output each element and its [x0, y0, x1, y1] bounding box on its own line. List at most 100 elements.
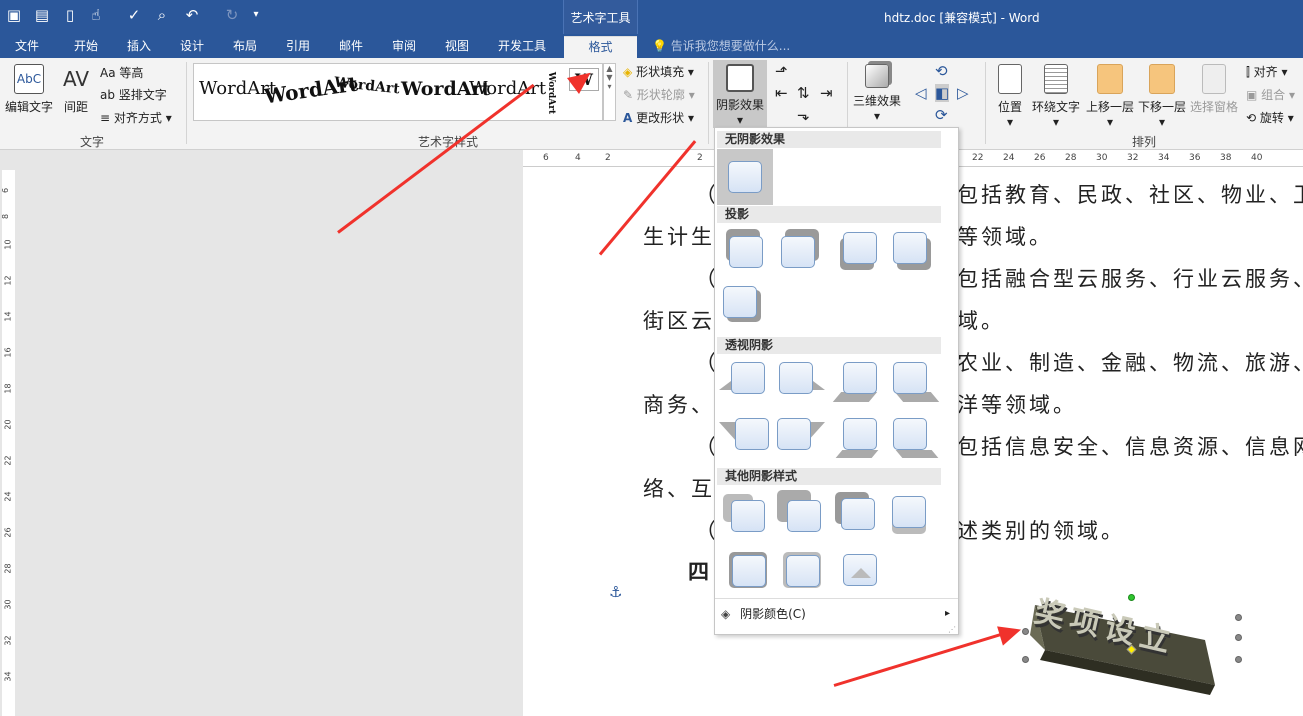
- tilt-up-icon[interactable]: ⟲: [935, 62, 948, 80]
- bring-forward-button[interactable]: 上移一层 ▾: [1084, 64, 1136, 129]
- position-button[interactable]: 位置 ▾: [990, 64, 1030, 129]
- ruler-number: 36: [1189, 153, 1201, 163]
- anchor-icon[interactable]: ⚓: [609, 583, 622, 601]
- resize-grip-icon[interactable]: ⋰: [948, 625, 956, 634]
- perspective-shadow-option[interactable]: [835, 416, 885, 462]
- resize-handle[interactable]: [1235, 634, 1242, 641]
- spacing-button[interactable]: AV 间距: [58, 64, 94, 115]
- group-button: ▣ 组合 ▾: [1246, 88, 1296, 102]
- perspective-shadow-option[interactable]: [773, 416, 827, 460]
- spell-check-icon[interactable]: ✓: [124, 5, 144, 25]
- shape-fill-button[interactable]: ◈ 形状填充 ▾: [623, 63, 694, 80]
- doc-text: 述类别的领域。: [957, 519, 1125, 543]
- nudge-shadow-left-icon[interactable]: ⇤: [775, 84, 788, 102]
- drop-shadow-option[interactable]: [723, 229, 767, 274]
- align-text-button[interactable]: ≡ 对齐方式 ▾: [100, 109, 172, 126]
- 3d-toggle-icon[interactable]: ◧: [935, 84, 950, 102]
- wordart-sample[interactable]: WordArt: [469, 78, 546, 99]
- perspective-shadow-option[interactable]: [832, 360, 885, 404]
- open-icon[interactable]: ▤: [32, 5, 52, 25]
- vertical-ruler[interactable]: 6 8 10 12 14 16 18 20 22 24 26 28 30 32 …: [1, 170, 15, 716]
- separator: [186, 62, 187, 144]
- rotation-handle[interactable]: [1128, 594, 1135, 601]
- no-shadow-option[interactable]: [717, 149, 773, 205]
- tilt-right-icon[interactable]: ▷: [957, 84, 969, 102]
- tab-layout[interactable]: 布局: [225, 36, 265, 58]
- tab-developer[interactable]: 开发工具: [490, 36, 554, 58]
- shadow-color-item[interactable]: ◈ 阴影颜色(C) ▸: [715, 602, 958, 626]
- shape-fill-label: 形状填充: [636, 65, 685, 79]
- wrap-text-button[interactable]: 环绕文字 ▾: [1030, 64, 1082, 129]
- wordart-sample[interactable]: WordArt: [546, 72, 556, 114]
- undo-icon[interactable]: ↶: [182, 5, 202, 25]
- ruler-number: 8: [1, 213, 11, 220]
- spacing-icon: AV: [62, 67, 90, 91]
- save-icon[interactable]: ▣: [4, 5, 24, 25]
- drop-shadow-option[interactable]: [837, 232, 881, 274]
- tab-references[interactable]: 引用: [278, 36, 318, 58]
- ruler-number: 34: [3, 671, 13, 682]
- ruler-number: 30: [3, 599, 13, 610]
- tab-file[interactable]: 文件: [8, 36, 46, 58]
- drop-shadow-option[interactable]: [779, 229, 823, 274]
- shadow-swatch: [728, 161, 762, 193]
- gallery-scroll[interactable]: ▲ ▼ ▾: [603, 63, 616, 121]
- shadow-color-label: 阴影颜色(C): [740, 607, 806, 621]
- rotate-icon: ⟲: [1246, 111, 1257, 125]
- tab-insert[interactable]: 插入: [119, 36, 159, 58]
- ruler-number: 38: [1220, 153, 1232, 163]
- tab-review[interactable]: 审阅: [384, 36, 424, 58]
- resize-handle[interactable]: [1235, 656, 1242, 663]
- resize-handle[interactable]: [1022, 628, 1029, 635]
- tab-format[interactable]: 格式: [564, 36, 637, 58]
- other-shadow-option[interactable]: [783, 552, 831, 596]
- tab-view[interactable]: 视图: [437, 36, 477, 58]
- equal-height-button[interactable]: Aa 等高: [100, 64, 143, 81]
- ruler-number: 18: [3, 383, 13, 394]
- other-shadow-option[interactable]: [723, 494, 771, 538]
- resize-handle[interactable]: [1022, 656, 1029, 663]
- position-label: 位置: [997, 100, 1022, 114]
- tilt-left-icon[interactable]: ◁: [915, 84, 927, 102]
- nudge-shadow-right-icon[interactable]: ⇥: [820, 84, 833, 102]
- other-shadow-option[interactable]: [729, 552, 777, 596]
- other-shadow-option[interactable]: [777, 490, 825, 536]
- other-shadow-option[interactable]: [843, 554, 883, 594]
- drop-shadow-option[interactable]: [723, 286, 767, 328]
- shadow-effect-button[interactable]: 阴影效果 ▾: [713, 60, 767, 128]
- new-doc-icon[interactable]: ▯: [60, 5, 80, 25]
- perspective-shadow-option[interactable]: [777, 360, 827, 404]
- ruler-number: 24: [1003, 153, 1015, 163]
- ruler-number: 28: [1065, 153, 1077, 163]
- edit-text-button[interactable]: AbC 编辑文字: [4, 64, 54, 115]
- change-shape-button[interactable]: A 更改形状 ▾: [623, 109, 694, 126]
- resize-handle[interactable]: [1235, 614, 1242, 621]
- perspective-shadow-option[interactable]: [891, 360, 941, 404]
- perspective-shadow-option[interactable]: [719, 416, 773, 460]
- tab-home[interactable]: 开始: [66, 36, 106, 58]
- print-preview-icon[interactable]: ⌕: [152, 5, 172, 25]
- send-backward-button[interactable]: 下移一层 ▾: [1136, 64, 1188, 129]
- tab-design[interactable]: 设计: [172, 36, 212, 58]
- perspective-shadow-option[interactable]: [719, 360, 769, 404]
- tell-me-search[interactable]: 💡 告诉我您想要做什么...: [652, 37, 790, 54]
- rotate-button[interactable]: ⟲ 旋转 ▾: [1246, 109, 1294, 126]
- other-shadow-option[interactable]: [891, 496, 935, 540]
- tilt-down-icon[interactable]: ⟳: [935, 106, 948, 124]
- other-shadow-option[interactable]: [835, 492, 883, 538]
- perspective-shadow-option[interactable]: [891, 416, 941, 462]
- align-button[interactable]: ⫿ 对齐 ▾: [1246, 63, 1288, 80]
- wordart-3d-object[interactable]: 奖项设立: [1020, 590, 1242, 700]
- customize-qat-icon[interactable]: ▾: [246, 5, 266, 25]
- shadow-toggle-icon[interactable]: ⇅: [797, 84, 810, 102]
- ruler-number: 30: [1096, 153, 1108, 163]
- nudge-shadow-down-icon[interactable]: ⬎: [797, 106, 810, 124]
- wrap-text-icon: [1044, 64, 1068, 94]
- nudge-shadow-up-icon[interactable]: ⬏: [775, 62, 788, 80]
- wordart-style-gallery[interactable]: WordArt WordArt WordArt WordArt WordArt …: [193, 63, 603, 121]
- tab-mailings[interactable]: 邮件: [331, 36, 371, 58]
- drop-shadow-option[interactable]: [891, 232, 935, 274]
- 3d-effects-button[interactable]: 三维效果 ▾: [851, 64, 903, 123]
- touch-mode-icon[interactable]: ☝: [86, 5, 106, 25]
- vertical-text-button[interactable]: ab 竖排文字: [100, 86, 167, 103]
